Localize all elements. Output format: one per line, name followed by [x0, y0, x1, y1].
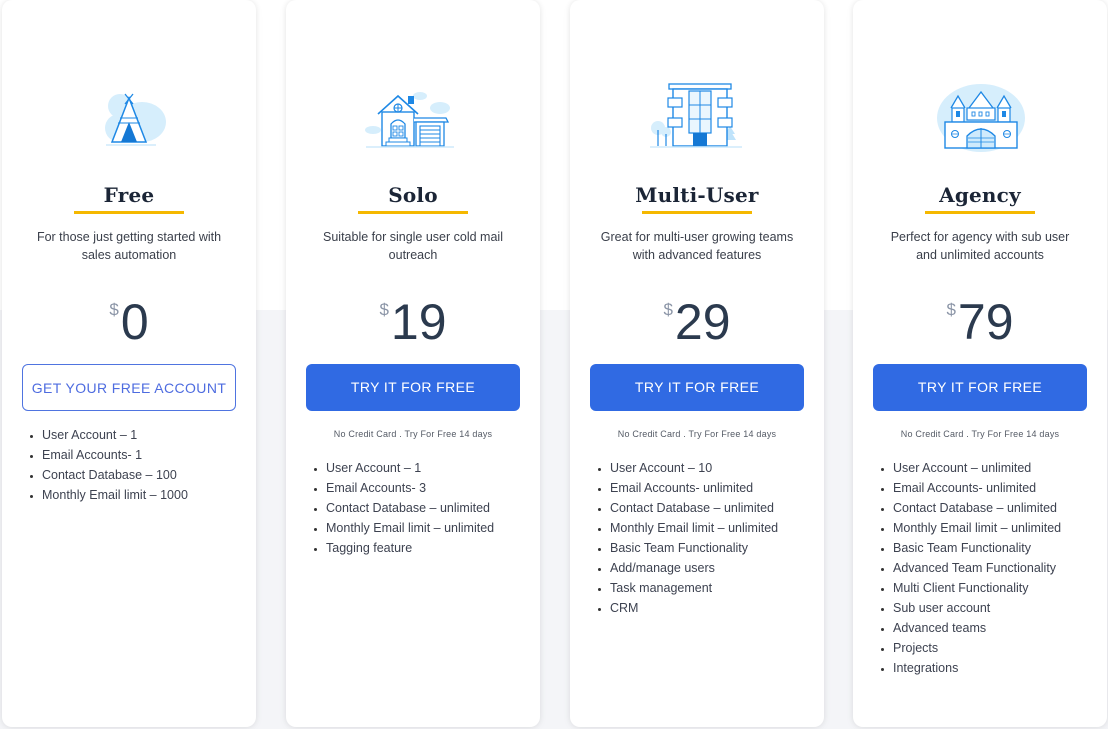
title-underline: [925, 211, 1035, 214]
feature-item: User Account – 1: [326, 458, 530, 478]
feature-list: User Account – unlimited Email Accounts-…: [873, 458, 1097, 678]
feature-list: User Account – 1 Email Accounts- 3 Conta…: [306, 458, 530, 558]
title-underline: [642, 211, 752, 214]
plan-card-solo: Solo Suitable for single user cold mail …: [286, 0, 540, 727]
try-it-for-free-button[interactable]: TRY IT FOR FREE: [306, 364, 520, 411]
price-amount: 19: [390, 294, 447, 350]
feature-item: Task management: [610, 578, 814, 598]
feature-item: Monthly Email limit – unlimited: [610, 518, 814, 538]
trial-note: No Credit Card . Try For Free 14 days: [617, 429, 777, 439]
plan-description: For those just getting started with sale…: [36, 230, 222, 262]
plan-title: Multi-User: [635, 183, 759, 207]
feature-item: Email Accounts- 1: [42, 445, 246, 465]
feature-item: Basic Team Functionality: [893, 538, 1097, 558]
try-it-for-free-button[interactable]: TRY IT FOR FREE: [873, 364, 1087, 411]
price-amount: 29: [674, 294, 731, 350]
feature-item: Email Accounts- 3: [326, 478, 530, 498]
feature-item: Tagging feature: [326, 538, 530, 558]
currency-symbol: $: [109, 300, 119, 319]
currency-symbol: $: [946, 300, 956, 319]
plan-card-free: Free For those just getting started with…: [2, 0, 256, 727]
get-free-account-button[interactable]: GET YOUR FREE ACCOUNT: [22, 364, 236, 411]
feature-item: User Account – unlimited: [893, 458, 1097, 478]
feature-item: Projects: [893, 638, 1097, 658]
plan-card-agency: Agency Perfect for agency with sub user …: [853, 0, 1107, 727]
feature-item: Monthly Email limit – unlimited: [893, 518, 1097, 538]
feature-list: User Account – 10 Email Accounts- unlimi…: [590, 458, 814, 618]
feature-item: Monthly Email limit – 1000: [42, 485, 246, 505]
feature-item: Multi Client Functionality: [893, 578, 1097, 598]
feature-item: Advanced teams: [893, 618, 1097, 638]
plan-title: Solo: [388, 183, 438, 207]
feature-item: User Account – 1: [42, 425, 246, 445]
castle-icon: [937, 84, 1025, 152]
try-it-for-free-button[interactable]: TRY IT FOR FREE: [590, 364, 804, 411]
plan-description: Great for multi-user growing teams with …: [600, 230, 794, 262]
trial-note: No Credit Card . Try For Free 14 days: [333, 429, 493, 439]
trial-note: No Credit Card . Try For Free 14 days: [900, 429, 1060, 439]
plan-price: $0: [2, 292, 256, 352]
price-amount: 79: [957, 294, 1014, 350]
teepee-icon: [105, 93, 166, 146]
house-icon: [365, 92, 454, 148]
feature-item: Sub user account: [893, 598, 1097, 618]
plan-title: Agency: [939, 183, 1021, 207]
feature-item: Add/manage users: [610, 558, 814, 578]
feature-item: Basic Team Functionality: [610, 538, 814, 558]
title-underline: [358, 211, 468, 214]
plan-price: $79: [853, 292, 1107, 352]
feature-item: Email Accounts- unlimited: [610, 478, 814, 498]
feature-item: Contact Database – unlimited: [326, 498, 530, 518]
feature-item: Advanced Team Functionality: [893, 558, 1097, 578]
feature-list: User Account – 1 Email Accounts- 1 Conta…: [22, 425, 246, 505]
currency-symbol: $: [379, 300, 389, 319]
feature-item: Contact Database – unlimited: [610, 498, 814, 518]
feature-item: Monthly Email limit – unlimited: [326, 518, 530, 538]
plan-card-multi-user: Multi-User Great for multi-user growing …: [570, 0, 824, 727]
plan-title: Free: [103, 183, 155, 207]
feature-item: Contact Database – unlimited: [893, 498, 1097, 518]
apartment-building-icon: [650, 83, 742, 148]
feature-item: User Account – 10: [610, 458, 814, 478]
feature-item: Email Accounts- unlimited: [893, 478, 1097, 498]
plan-price: $19: [286, 292, 540, 352]
currency-symbol: $: [663, 300, 673, 319]
feature-item: CRM: [610, 598, 814, 618]
plan-price: $29: [570, 292, 824, 352]
price-amount: 0: [120, 294, 149, 350]
feature-item: Integrations: [893, 658, 1097, 678]
plan-description: Suitable for single user cold mail outre…: [323, 230, 503, 262]
plan-description: Perfect for agency with sub user and unl…: [890, 230, 1070, 262]
title-underline: [74, 211, 184, 214]
feature-item: Contact Database – 100: [42, 465, 246, 485]
